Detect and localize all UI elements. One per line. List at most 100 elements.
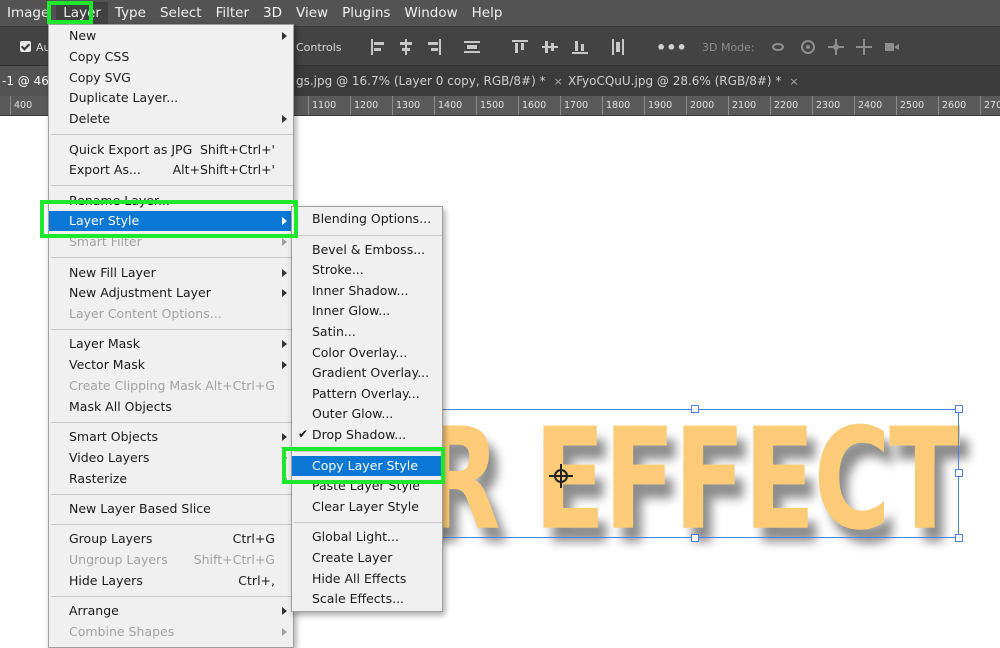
checkmark-icon: ✔ (298, 427, 309, 441)
ruler-tick-label: 2100 (728, 96, 756, 115)
menu-item-stroke[interactable]: Stroke... (292, 260, 442, 280)
menu-item-drop-shadow[interactable]: ✔ Drop Shadow... (292, 425, 442, 445)
menu-item-label: Mask All Objects (69, 398, 172, 414)
align-bottom-icon[interactable] (572, 39, 588, 55)
menu-item-label: Blending Options... (312, 211, 432, 226)
menu-item-inner-glow[interactable]: Inner Glow... (292, 301, 442, 321)
menu-item-blending-options[interactable]: Blending Options... (292, 209, 442, 229)
3d-slide-icon[interactable] (856, 39, 872, 55)
3d-orbit-icon[interactable] (770, 39, 786, 55)
menubar-item-plugins[interactable]: Plugins (335, 2, 397, 24)
menu-item-label: Export As... (69, 162, 141, 178)
menu-item-pattern-overlay[interactable]: Pattern Overlay... (292, 384, 442, 404)
transform-bounding-box[interactable] (426, 405, 963, 542)
transform-handle[interactable] (955, 469, 963, 477)
menu-item-vector-mask[interactable]: Vector Mask (49, 355, 293, 375)
transform-handle[interactable] (955, 405, 963, 413)
menu-item-copy-css[interactable]: Copy CSS (49, 47, 293, 67)
menu-item-outer-glow[interactable]: Outer Glow... (292, 404, 442, 424)
document-tab-1[interactable]: -1 @ 46. (0, 66, 53, 96)
menu-item-hide-layers[interactable]: Hide Layers Ctrl+, (49, 571, 293, 591)
menu-item-video-layers[interactable]: Video Layers (49, 448, 293, 468)
auto-select-checkbox[interactable] (20, 41, 31, 52)
menu-item-label: Vector Mask (69, 357, 146, 373)
menu-item-mask-all-objects[interactable]: Mask All Objects (49, 397, 293, 417)
menubar-item-help[interactable]: Help (465, 2, 510, 24)
align-middle-icon[interactable] (542, 39, 558, 55)
menu-item-label: Clear Layer Style (312, 498, 419, 514)
menu-item-label: Bevel & Emboss... (312, 241, 426, 257)
menu-item-ungroup-layers[interactable]: Ungroup Layers Shift+Ctrl+G (49, 550, 293, 570)
menu-item-hide-all-effects[interactable]: Hide All Effects (292, 569, 442, 589)
menu-separator (51, 185, 293, 187)
submenu-arrow-icon (282, 628, 287, 636)
menubar-item-3d[interactable]: 3D (256, 2, 289, 24)
menubar-item-select[interactable]: Select (153, 2, 209, 24)
menu-separator (294, 234, 442, 236)
menu-item-rasterize[interactable]: Rasterize (49, 469, 293, 489)
highlight-box-layer-menu (47, 1, 93, 24)
menu-item-layer-content-options[interactable]: Layer Content Options... (49, 304, 293, 324)
document-tab-3[interactable]: XFyoCQuU.jpg @ 28.6% (RGB/8#) * × (566, 66, 806, 96)
align-center-icon[interactable] (398, 39, 414, 55)
menu-separator (51, 328, 293, 330)
menu-item-new[interactable]: New (49, 26, 293, 46)
menu-item-label: Inner Shadow... (312, 282, 409, 298)
distribute-vertical-icon[interactable] (610, 39, 626, 55)
3d-pan-icon[interactable] (828, 39, 844, 55)
menu-item-label: Quick Export as JPG (69, 141, 193, 157)
menu-item-satin[interactable]: Satin... (292, 322, 442, 342)
menu-item-label: Create Clipping Mask (69, 378, 202, 393)
menu-item-arrange[interactable]: Arrange (49, 601, 293, 621)
menubar-item-type[interactable]: Type (108, 2, 153, 24)
menu-item-clear-layer-style[interactable]: Clear Layer Style (292, 497, 442, 517)
3d-mode-label: 3D Mode: (702, 40, 755, 54)
menu-item-label: Global Light... (312, 529, 399, 545)
transform-handle[interactable] (955, 534, 963, 542)
3d-roll-icon[interactable] (800, 39, 816, 55)
menu-item-new-layer-based-slice[interactable]: New Layer Based Slice (49, 499, 293, 519)
align-right-icon[interactable] (426, 39, 442, 55)
menu-item-layer-mask[interactable]: Layer Mask (49, 334, 293, 354)
menu-item-create-layer[interactable]: Create Layer (292, 548, 442, 568)
menu-item-new-adjustment-layer[interactable]: New Adjustment Layer (49, 283, 293, 303)
menu-item-bevel-emboss[interactable]: Bevel & Emboss... (292, 240, 442, 260)
menu-item-new-fill-layer[interactable]: New Fill Layer (49, 263, 293, 283)
3d-camera-icon[interactable] (884, 39, 900, 55)
menu-item-inner-shadow[interactable]: Inner Shadow... (292, 281, 442, 301)
align-left-icon[interactable] (370, 39, 386, 55)
menu-item-global-light[interactable]: Global Light... (292, 527, 442, 547)
menu-item-label: Hide Layers (69, 572, 143, 588)
menubar-item-filter[interactable]: Filter (209, 2, 256, 24)
menubar: Image Layer Type Select Filter 3D View Plugins W… (0, 0, 1000, 26)
tab-close-icon[interactable]: × (789, 75, 798, 88)
menu-item-export-as[interactable]: Export As... Alt+Shift+Ctrl+' (49, 160, 293, 180)
menu-item-scale-effects[interactable]: Scale Effects... (292, 589, 442, 609)
menu-item-quick-export-as-jpg[interactable]: Quick Export as JPG Shift+Ctrl+' (49, 140, 293, 160)
ruler-tick-label: 2500 (896, 96, 924, 115)
menu-item-smart-objects[interactable]: Smart Objects (49, 427, 293, 447)
ruler-tick-label: 2200 (770, 96, 798, 115)
tab-close-icon[interactable]: × (554, 75, 563, 88)
menu-item-gradient-overlay[interactable]: Gradient Overlay... (292, 363, 442, 383)
distribute-icon[interactable] (464, 39, 480, 55)
transform-handle[interactable] (691, 405, 699, 413)
menu-item-copy-svg[interactable]: Copy SVG (49, 68, 293, 88)
menu-item-label: Group Layers (69, 531, 153, 547)
ruler-tick-label: 1700 (560, 96, 588, 115)
ruler-tick-label: 1100 (308, 96, 336, 115)
menu-item-combine-shapes[interactable]: Combine Shapes (49, 622, 293, 642)
more-options-icon[interactable]: ••• (656, 27, 687, 67)
menu-item-duplicate-layer[interactable]: Duplicate Layer... (49, 88, 293, 108)
menu-item-create-clipping-mask[interactable]: Create Clipping Mask Alt+Ctrl+G (49, 376, 293, 396)
menubar-item-window[interactable]: Window (397, 2, 464, 24)
menu-item-color-overlay[interactable]: Color Overlay... (292, 343, 442, 363)
menu-item-group-layers[interactable]: Group Layers Ctrl+G (49, 529, 293, 549)
menubar-item-view[interactable]: View (289, 2, 335, 24)
document-tab-2[interactable]: gs.jpg @ 16.7% (Layer 0 copy, RGB/8#) * × (294, 66, 563, 96)
menu-item-delete[interactable]: Delete (49, 109, 293, 129)
menu-item-label: Layer Mask (69, 336, 141, 352)
transform-handle[interactable] (691, 534, 699, 542)
reference-point-crosshair-icon[interactable] (549, 464, 573, 488)
align-top-icon[interactable] (512, 39, 528, 55)
